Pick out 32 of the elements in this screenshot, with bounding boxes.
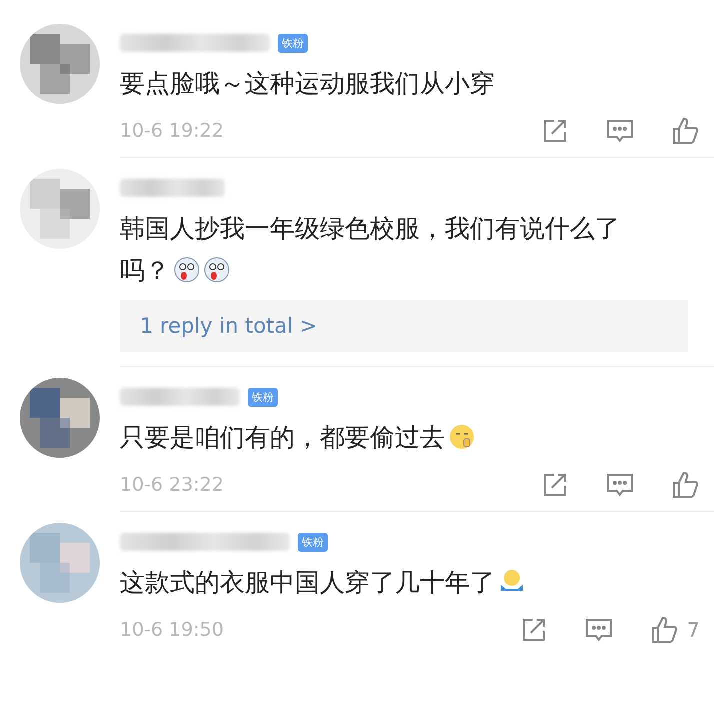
comment-time: 10-6 19:22 bbox=[120, 120, 225, 142]
fan-badge: 铁粉 bbox=[278, 34, 308, 52]
fan-badge: 铁粉 bbox=[298, 532, 328, 552]
share-button[interactable] bbox=[542, 118, 568, 144]
thumbs-up-icon bbox=[672, 117, 700, 145]
comment-time: 10-6 23:22 bbox=[120, 474, 225, 496]
thumbs-up-icon bbox=[672, 471, 700, 499]
comment-text: 要点脸哦～这种运动服我们从小穿 bbox=[120, 68, 496, 100]
emoji-icon bbox=[174, 257, 200, 283]
comment-text: 这款式的衣服中国人穿了几十年了 bbox=[120, 562, 660, 604]
comment-time: 10-6 19:50 bbox=[120, 619, 225, 641]
share-button[interactable] bbox=[542, 472, 568, 498]
share-button[interactable] bbox=[521, 617, 548, 643]
comment-icon bbox=[585, 617, 614, 643]
like-button[interactable]: 7 bbox=[651, 616, 700, 644]
replies-link[interactable]: 1 reply in total > bbox=[120, 300, 688, 352]
reply-button[interactable] bbox=[585, 617, 614, 643]
emoji-icon bbox=[449, 424, 475, 450]
thumbs-up-icon bbox=[651, 616, 680, 644]
like-button[interactable] bbox=[672, 117, 700, 145]
share-icon bbox=[542, 118, 568, 144]
comment-text: 只要是咱们有的，都要偷过去 bbox=[120, 417, 660, 459]
comment-icon bbox=[606, 472, 634, 498]
share-icon bbox=[521, 617, 548, 643]
comment-text: 韩国人抄我一年级绿色校服，我们有说什么了吗？ bbox=[120, 213, 621, 287]
fan-badge: 铁粉 bbox=[248, 388, 278, 406]
share-icon bbox=[542, 472, 568, 498]
emoji-icon bbox=[204, 257, 230, 283]
reply-button[interactable] bbox=[606, 118, 634, 144]
reply-button[interactable] bbox=[606, 472, 634, 498]
comment-icon bbox=[606, 118, 634, 144]
like-button[interactable] bbox=[672, 471, 700, 499]
